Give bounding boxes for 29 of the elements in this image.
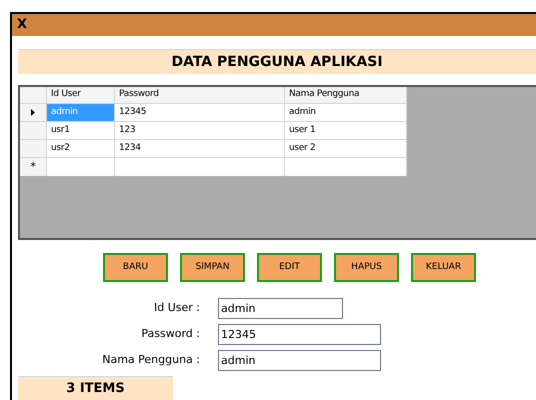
- table-cell: user 1: [285, 122, 407, 139]
- action-button[interactable]: BARU: [103, 253, 168, 282]
- field-label: Id User :: [153, 300, 201, 316]
- field-label: Password :: [140, 326, 201, 342]
- text-field[interactable]: 12345: [218, 324, 381, 345]
- row-header[interactable]: *: [20, 158, 47, 176]
- table-cell: usr1: [47, 122, 115, 139]
- table-cell: admin: [47, 104, 115, 121]
- action-button[interactable]: HAPUS: [334, 253, 399, 282]
- window-title: X: [17, 16, 28, 34]
- table-cell: 123: [115, 122, 285, 139]
- action-button[interactable]: EDIT: [257, 253, 322, 282]
- items-count: 3 ITEMS: [66, 380, 125, 398]
- column-header[interactable]: Password: [115, 87, 285, 103]
- current-row-icon: [31, 109, 35, 116]
- table-cell: 1234: [115, 140, 285, 157]
- table-cell: 12345: [115, 104, 285, 121]
- column-header[interactable]: Id User: [47, 87, 115, 103]
- table-cell: usr2: [47, 140, 115, 157]
- table-cell: user 2: [285, 140, 407, 157]
- column-header[interactable]: Nama Pengguna: [285, 87, 407, 103]
- field-label: Nama Pengguna :: [101, 352, 201, 368]
- text-field[interactable]: admin: [218, 298, 343, 319]
- page-heading: DATA PENGGUNA APLIKASI: [171, 52, 383, 72]
- table-cell: admin: [285, 104, 407, 121]
- text-field[interactable]: admin: [218, 350, 381, 371]
- action-button[interactable]: KELUAR: [411, 253, 476, 282]
- row-header[interactable]: [20, 104, 47, 121]
- action-button[interactable]: SIMPAN: [180, 253, 245, 282]
